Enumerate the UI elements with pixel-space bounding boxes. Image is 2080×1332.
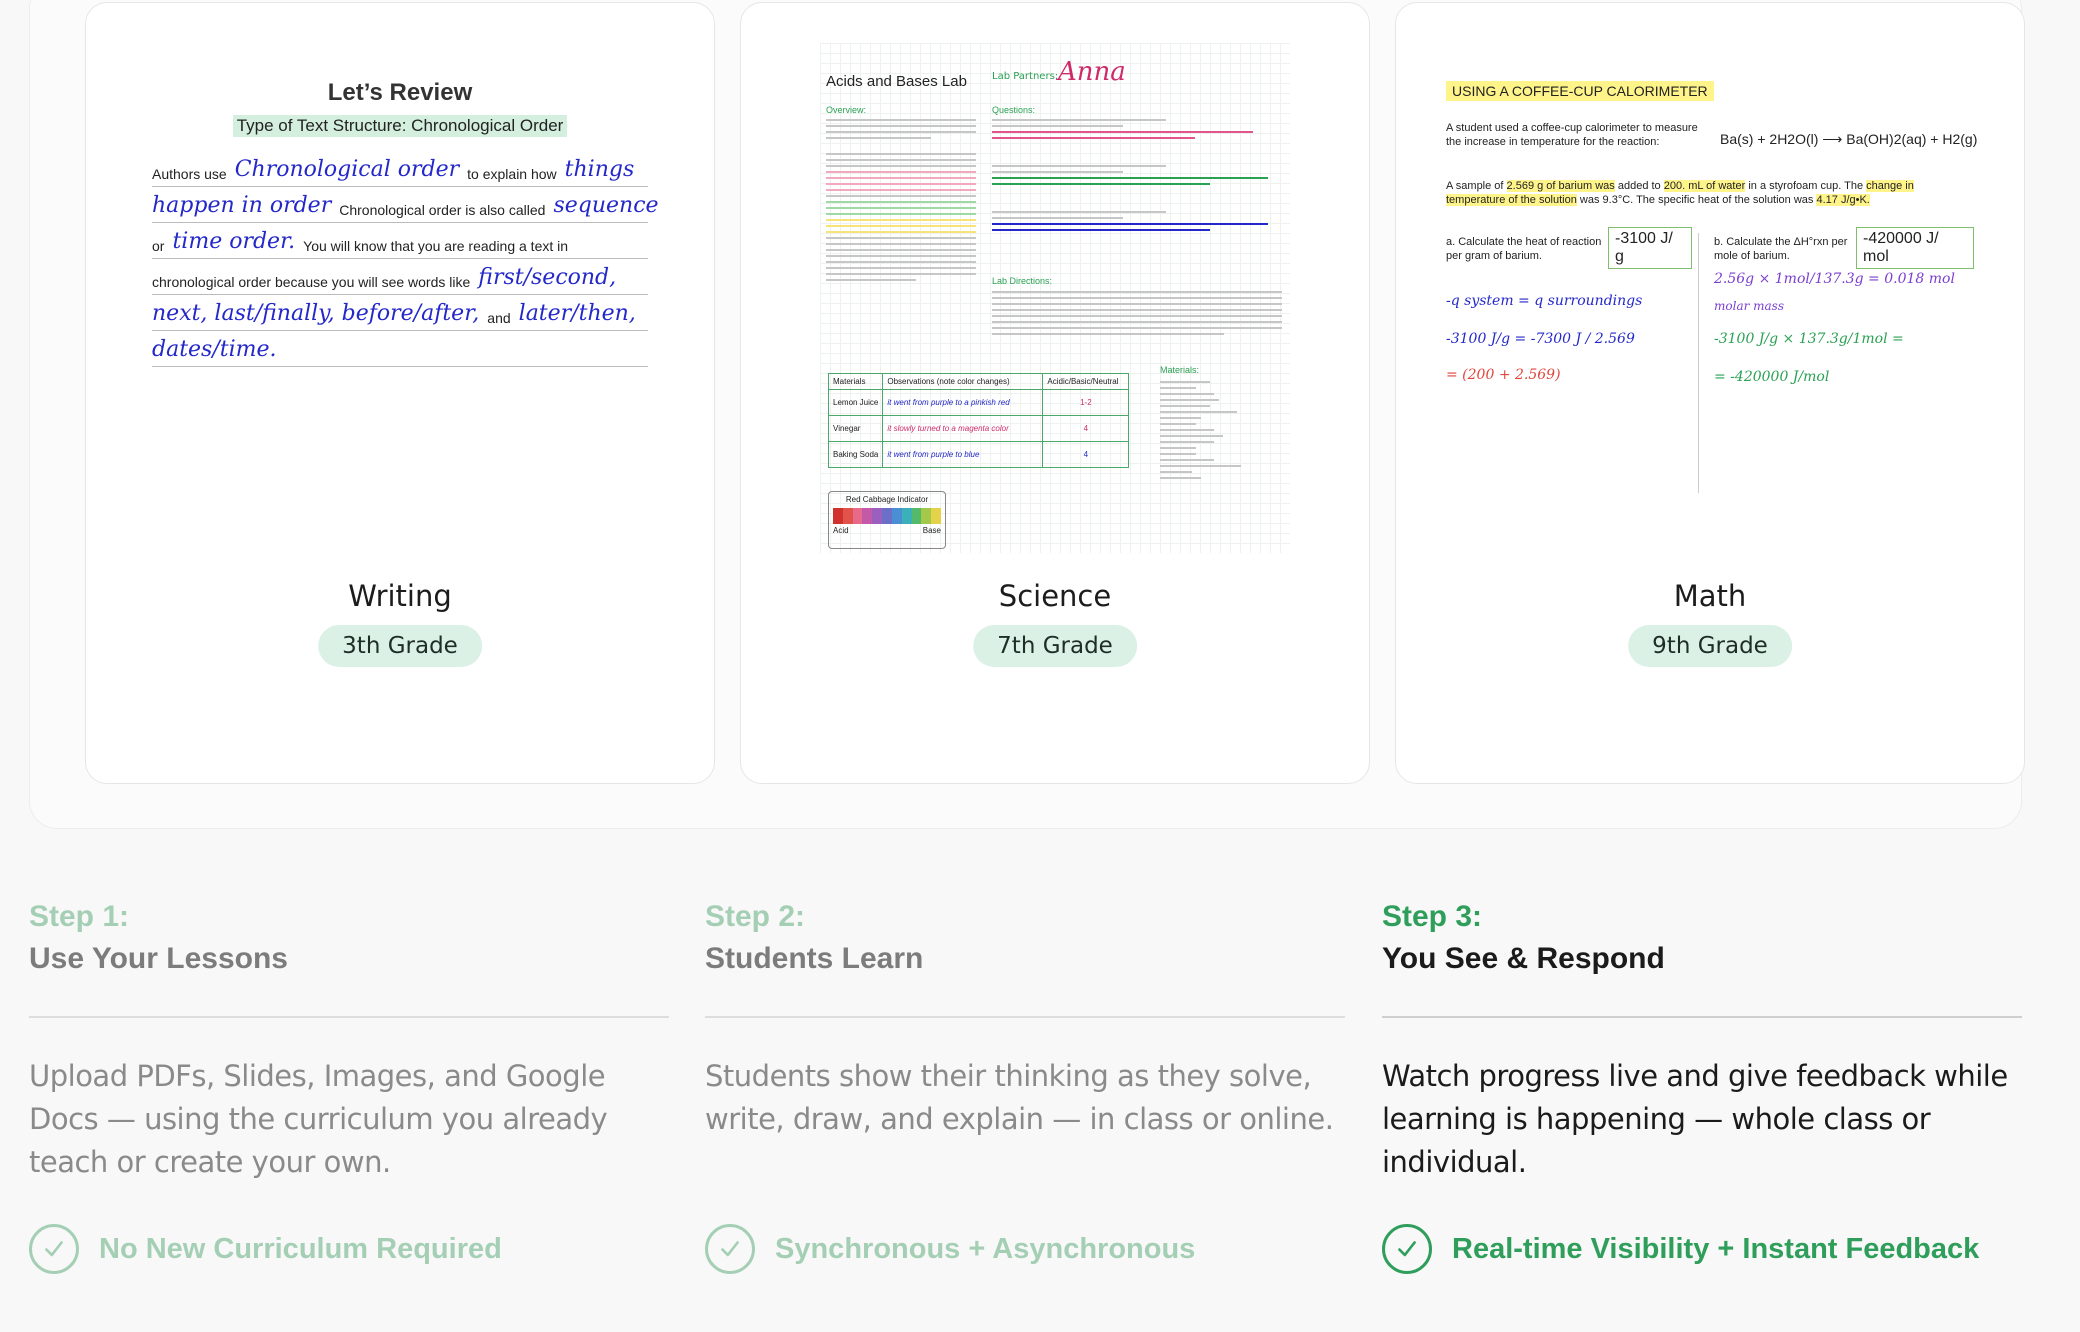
step-description: Students show their thinking as they sol…	[705, 1059, 1334, 1136]
questions-text	[992, 119, 1282, 235]
materials-list	[1160, 381, 1250, 483]
step-description: Watch progress live and give feedback wh…	[1382, 1059, 2008, 1179]
step-title: You See & Respond	[1382, 942, 1665, 975]
card-writing[interactable]: Let’s Review Type of Text Structure: Chr…	[85, 2, 715, 784]
worksheet-line: happen in order Chronological order is a…	[152, 187, 659, 223]
worksheet-sample: A sample of 2.569 g of barium was added …	[1446, 180, 1914, 206]
worksheet-line: dates/time.	[152, 331, 648, 367]
divider	[1698, 233, 1699, 493]
feature-label: Synchronous + Asynchronous	[775, 1232, 1196, 1265]
step-number: Step 2:	[705, 900, 806, 933]
card-science[interactable]: Acids and Bases Lab Lab Partners: Anna O…	[740, 2, 1370, 784]
answer-box-b[interactable]: -420000 J/ mol	[1856, 227, 1974, 269]
check-circle-icon	[705, 1224, 755, 1274]
check-circle-icon	[1382, 1224, 1432, 1274]
card-title: Science	[998, 579, 1112, 613]
step-progress-rule	[29, 1016, 669, 1018]
worksheet-title: Let’s Review	[327, 79, 473, 106]
overview-heading: Overview:	[826, 105, 867, 115]
worksheet-line: chronological order because you will see…	[152, 259, 648, 295]
examples-panel: Let’s Review Type of Text Structure: Chr…	[29, 0, 2025, 829]
step-feature: No New Curriculum Required	[29, 1224, 502, 1274]
step-description: Upload PDFs, Slides, Images, and Google …	[29, 1059, 608, 1179]
table-row: Baking Soda it went from purple to blue …	[827, 441, 1130, 468]
cabbage-indicator-chart: Red Cabbage Indicator Acid Base	[828, 491, 946, 549]
observations-table: Materials Observations (note color chang…	[827, 373, 1130, 468]
partner-name: Anna	[1058, 57, 1126, 87]
step-number: Step 1:	[29, 900, 130, 933]
grade-badge: 7th Grade	[973, 625, 1137, 667]
work-a3: = (200 + 2.569)	[1446, 367, 1561, 383]
work-b1: 2.56g × 1mol/137.3g = 0.018 mol	[1714, 271, 1955, 287]
table-header: Acidic/Basic/Neutral	[1042, 373, 1130, 390]
worksheet-title: Acids and Bases Lab	[826, 73, 967, 90]
step-title: Students Learn	[705, 942, 924, 975]
step-1[interactable]: Step 1: Use Your Lessons Upload PDFs, Sl…	[29, 897, 669, 1274]
table-row: Vinegar it slowly turned to a magenta co…	[827, 415, 1130, 442]
work-a1: -q system = q surroundings	[1446, 293, 1643, 309]
directions-heading: Lab Directions:	[992, 276, 1053, 286]
worksheet-line: or time order. You will know that you ar…	[152, 223, 648, 259]
work-a2: -3100 J/g = -7300 J / 2.569	[1446, 331, 1635, 347]
table-header: Observations (note color changes)	[882, 373, 1044, 390]
work-b3: -3100 J/g × 137.3g/1mol =	[1714, 331, 1904, 347]
card-title: Writing	[348, 579, 452, 613]
step-3[interactable]: Step 3: You See & Respond Watch progress…	[1382, 897, 2022, 1274]
grade-badge: 3th Grade	[318, 625, 482, 667]
worksheet-line: next, last/finally, before/after, and la…	[152, 295, 648, 331]
answer-box-a[interactable]: -3100 J/ g	[1608, 227, 1692, 269]
reaction-equation: Ba(s) + 2H2O(l) ⟶ Ba(OH)2(aq) + H2(g)	[1720, 131, 1978, 147]
step-2[interactable]: Step 2: Students Learn Students show the…	[705, 897, 1345, 1274]
step-number: Step 3:	[1382, 900, 1483, 933]
card-math[interactable]: USING A COFFEE-CUP CALORIMETER A student…	[1395, 2, 2025, 784]
work-b2: molar mass	[1714, 299, 1784, 313]
worksheet-line: Authors use Chronological order to expla…	[152, 151, 648, 187]
step-progress-rule	[705, 1016, 1345, 1018]
table-row: Lemon Juice it went from purple to a pin…	[827, 389, 1130, 416]
feature-label: No New Curriculum Required	[99, 1232, 502, 1265]
writing-worksheet-preview: Let’s Review Type of Text Structure: Chr…	[140, 63, 660, 403]
question-a: a. Calculate the heat of reaction per gr…	[1446, 236, 1602, 262]
table-header: Materials	[827, 373, 884, 390]
worksheet-subtitle: Type of Text Structure: Chronological Or…	[232, 115, 568, 137]
work-b4: = -420000 J/mol	[1714, 369, 1830, 385]
step-progress-rule	[1382, 1016, 2022, 1018]
step-title: Use Your Lessons	[29, 942, 288, 975]
math-worksheet-preview: USING A COFFEE-CUP CALORIMETER A student…	[1430, 53, 1990, 493]
directions-text	[992, 291, 1282, 339]
check-circle-icon	[29, 1224, 79, 1274]
card-title: Math	[1673, 579, 1747, 613]
question-b: b. Calculate the ΔH°rxn per mole of bari…	[1714, 236, 1848, 262]
step-feature: Real-time Visibility + Instant Feedback	[1382, 1224, 1979, 1274]
feature-label: Real-time Visibility + Instant Feedback	[1452, 1232, 1980, 1265]
questions-heading: Questions:	[992, 105, 1036, 115]
grade-badge: 9th Grade	[1628, 625, 1792, 667]
materials-heading: Materials:	[1160, 365, 1200, 375]
step-feature: Synchronous + Asynchronous	[705, 1224, 1195, 1274]
worksheet-title: USING A COFFEE-CUP CALORIMETER	[1446, 81, 1714, 101]
lab-partners-label: Lab Partners:	[992, 71, 1059, 82]
worksheet-intro: A student used a coffee-cup calorimeter …	[1446, 122, 1698, 148]
science-worksheet-preview: Acids and Bases Lab Lab Partners: Anna O…	[820, 43, 1290, 553]
overview-text	[826, 119, 976, 285]
